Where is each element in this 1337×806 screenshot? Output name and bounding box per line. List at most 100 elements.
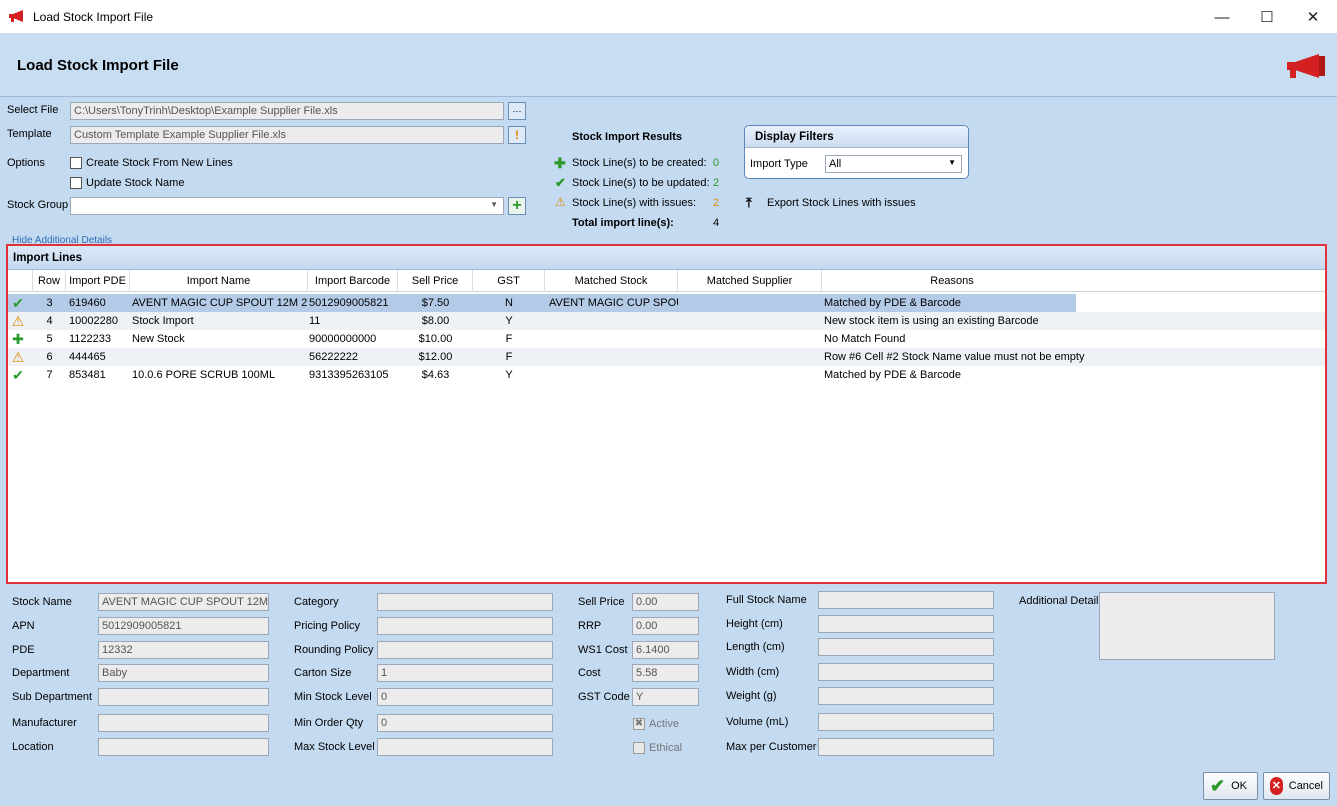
- col4-field[interactable]: [818, 591, 994, 609]
- cell-row: 3: [46, 297, 53, 309]
- warning-icon: ⚠: [555, 195, 566, 209]
- stock-group-select[interactable]: ▼: [70, 197, 504, 215]
- active-checkbox[interactable]: ✖: [633, 718, 645, 730]
- megaphone-icon: [1287, 54, 1325, 78]
- ethical-checkbox[interactable]: [633, 742, 645, 754]
- table-row[interactable]: ⚠ 4 10002280 Stock Import 11 $8.00 Y New stock …: [8, 312, 1325, 330]
- maximize-button[interactable]: ☐: [1244, 0, 1290, 34]
- additional-detail-field[interactable]: [1099, 592, 1275, 660]
- import-type-select[interactable]: All ▼: [825, 155, 962, 173]
- col1-label: Manufacturer: [12, 717, 77, 729]
- table-row[interactable]: ✔ 7 853481 10.0.6 PORE SCRUB 100ML 931339526…: [8, 366, 1325, 384]
- col4-field[interactable]: [818, 663, 994, 681]
- warning-icon: ⚠: [11, 349, 25, 365]
- col3-field[interactable]: Y: [632, 688, 699, 706]
- select-file-label: Select File: [7, 104, 59, 116]
- template-field[interactable]: Custom Template Example Supplier File.xl…: [70, 126, 504, 144]
- col3-label: RRP: [578, 620, 602, 632]
- col1-label: Department: [12, 667, 70, 679]
- cell-gst: F: [505, 351, 513, 363]
- col2-field[interactable]: [377, 641, 553, 659]
- issues-label: Stock Line(s) with issues:: [572, 197, 697, 209]
- col2-label: Min Stock Level: [294, 691, 372, 703]
- select-file-field[interactable]: C:\Users\TonyTrinh\Desktop\Example Suppl…: [70, 102, 504, 120]
- cell-matched: AVENT MAGIC CUP SPOUT: [549, 297, 678, 309]
- col4-label: Volume (mL): [726, 716, 789, 728]
- dialog-header: Load Stock Import File: [0, 35, 1337, 97]
- grid-header: Row Import PDE Import Name Import Barcod…: [8, 270, 1325, 292]
- plus-icon: ✚: [554, 155, 566, 171]
- col2-field[interactable]: 0: [377, 714, 553, 732]
- col3-label: WS1 Cost: [578, 644, 628, 656]
- cell-row: 6: [46, 351, 53, 363]
- table-row[interactable]: ✔ 3 619460 AVENT MAGIC CUP SPOUT 12M 2PK 501…: [8, 294, 1325, 312]
- cancel-button[interactable]: ✕ Cancel: [1263, 772, 1330, 800]
- add-stock-group-button[interactable]: +: [508, 197, 526, 215]
- column-header[interactable]: GST: [473, 270, 545, 292]
- column-header[interactable]: Import Name: [130, 270, 308, 292]
- col2-field[interactable]: [377, 593, 553, 611]
- template-button[interactable]: !: [508, 126, 526, 144]
- column-header[interactable]: Row: [33, 270, 66, 292]
- export-issues-link[interactable]: Export Stock Lines with issues: [767, 197, 916, 209]
- update-name-checkbox[interactable]: [70, 177, 82, 189]
- col2-field[interactable]: [377, 738, 553, 756]
- col4-field[interactable]: [818, 738, 994, 756]
- cell-name: AVENT MAGIC CUP SPOUT 12M 2PK: [132, 297, 308, 309]
- chevron-down-icon: ▼: [490, 200, 498, 209]
- col4-label: Length (cm): [726, 641, 785, 653]
- col1-field[interactable]: [98, 714, 269, 732]
- column-header[interactable]: Sell Price: [398, 270, 473, 292]
- cell-barcode: 5012909005821: [309, 297, 389, 309]
- col3-field[interactable]: 0.00: [632, 617, 699, 635]
- plus-icon: ✚: [12, 331, 24, 347]
- browse-button[interactable]: ⋯: [508, 102, 526, 120]
- column-header[interactable]: Matched Stock: [545, 270, 678, 292]
- col1-field[interactable]: [98, 738, 269, 756]
- updated-count: 2: [713, 177, 720, 189]
- column-header[interactable]: Import Barcode: [308, 270, 398, 292]
- megaphone-icon: [9, 10, 23, 22]
- col1-field[interactable]: AVENT MAGIC CUP SPOUT 12M 2P: [98, 593, 269, 611]
- col2-field[interactable]: 1: [377, 664, 553, 682]
- col4-field[interactable]: [818, 615, 994, 633]
- col1-field[interactable]: 5012909005821: [98, 617, 269, 635]
- cell-matched: [545, 330, 678, 348]
- cell-gst: Y: [505, 315, 513, 327]
- column-header[interactable]: Reasons: [822, 270, 1082, 292]
- cell-supplier: [678, 312, 822, 330]
- active-label: Active: [649, 718, 679, 730]
- cell-price: $8.00: [421, 315, 450, 327]
- total-count: 4: [713, 217, 720, 229]
- close-button[interactable]: ✕: [1290, 0, 1336, 34]
- col3-field[interactable]: 5.58: [632, 664, 699, 682]
- minimize-button[interactable]: —: [1199, 0, 1245, 34]
- create-stock-checkbox[interactable]: [70, 157, 82, 169]
- ok-button[interactable]: ✔ OK: [1203, 772, 1258, 800]
- col1-field[interactable]: [98, 688, 269, 706]
- col2-field[interactable]: 0: [377, 688, 553, 706]
- additional-detail-label: Additional Detail: [1019, 595, 1099, 607]
- col3-field[interactable]: 6.1400: [632, 641, 699, 659]
- col4-field[interactable]: [818, 713, 994, 731]
- col3-label: Sell Price: [578, 596, 625, 608]
- table-row[interactable]: ✚ 5 1122233 New Stock 90000000000 $10.00 F No M…: [8, 330, 1325, 348]
- hide-details-link[interactable]: Hide Additional Details: [12, 235, 112, 243]
- col4-field[interactable]: [818, 687, 994, 705]
- col2-label: Category: [294, 596, 339, 608]
- display-filters-title: Display Filters: [745, 126, 968, 148]
- column-header[interactable]: Matched Supplier: [678, 270, 822, 292]
- col4-label: Max per Customer: [726, 741, 817, 753]
- table-row[interactable]: ⚠ 6 444465 56222222 $12.00 F Row #6 Cell #2 St…: [8, 348, 1325, 366]
- issues-count: 2: [713, 197, 720, 209]
- exclamation-icon: !: [515, 128, 519, 142]
- col1-field[interactable]: 12332: [98, 641, 269, 659]
- col1-field[interactable]: Baby: [98, 664, 269, 682]
- import-lines-title: Import Lines: [8, 246, 1325, 270]
- col4-field[interactable]: [818, 638, 994, 656]
- column-header[interactable]: Import PDE: [66, 270, 130, 292]
- col2-field[interactable]: [377, 617, 553, 635]
- col3-field[interactable]: 0.00: [632, 593, 699, 611]
- import-type-label: Import Type: [750, 158, 808, 170]
- check-icon: ✔: [12, 367, 24, 383]
